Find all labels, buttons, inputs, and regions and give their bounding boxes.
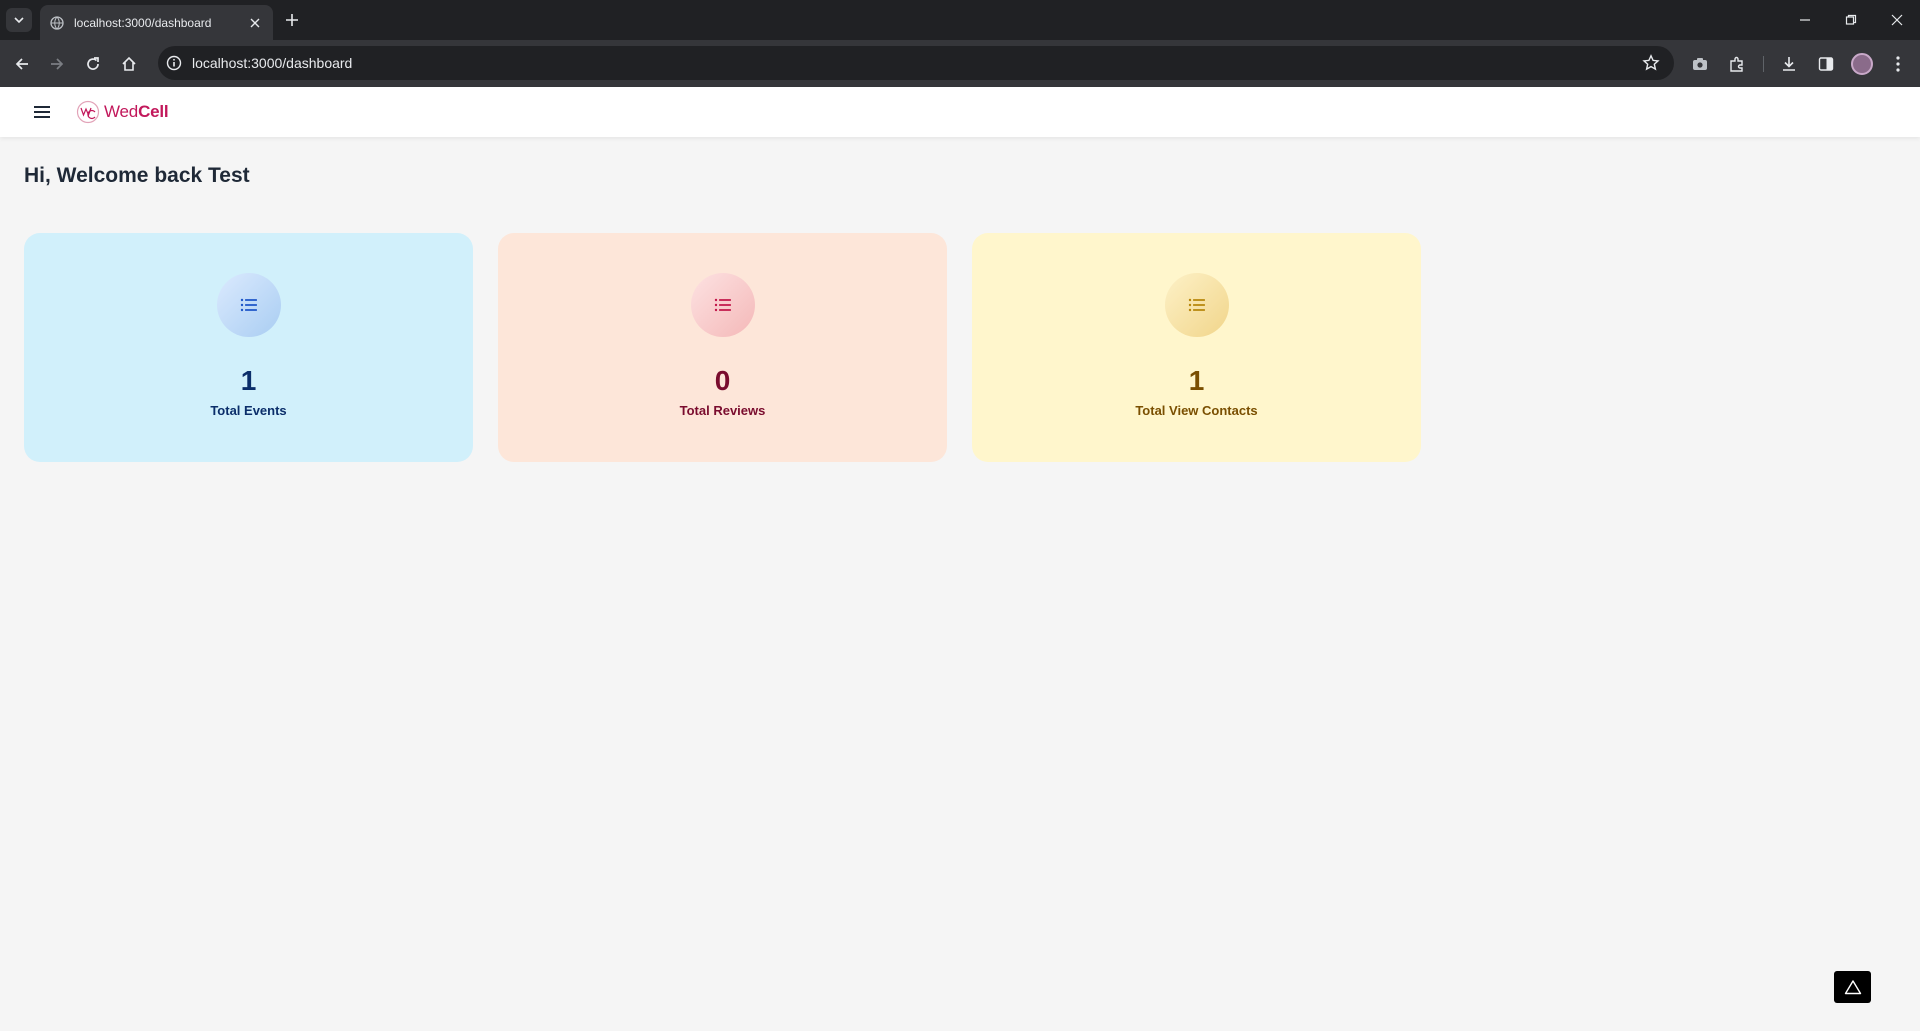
stat-value-total-reviews: 0 [714,365,731,396]
floating-action-button[interactable] [1834,971,1871,1003]
stat-label-total-view-contacts: Total View Contacts [1135,403,1258,418]
browser-toolbar: localhost:3000/dashboard [0,40,1920,87]
globe-icon [50,15,64,30]
stat-card-total-reviews: 0 Total Reviews [498,233,947,462]
toolbar-divider [1763,56,1764,72]
screenshot-button[interactable] [1689,53,1711,75]
kebab-menu-icon [1896,56,1900,72]
address-bar[interactable]: localhost:3000/dashboard [158,46,1674,80]
brand-name: WedCell [104,102,169,122]
chevron-down-icon [14,17,24,24]
restore-icon [1845,14,1857,25]
stat-card-total-view-contacts: 1 Total View Contacts [972,233,1421,462]
new-tab-button[interactable] [282,10,302,30]
stat-label-total-events: Total Events [210,403,287,418]
close-icon[interactable] [247,15,263,31]
brand-suffix: Cell [138,102,169,121]
minimize-icon [1800,19,1810,21]
forward-button[interactable] [44,51,70,77]
side-panel-icon [1818,57,1834,71]
reload-button[interactable] [80,51,106,77]
camera-icon [1693,58,1707,70]
logo-mark-icon [76,100,100,124]
browser-tab-bar: localhost:3000/dashboard [0,0,1920,40]
arrow-left-icon [15,58,28,70]
close-window-button[interactable] [1882,8,1912,32]
brand-prefix: Wed [104,102,139,121]
download-icon [1783,57,1795,71]
tab-search-button[interactable] [6,8,32,32]
list-icon [1188,298,1205,312]
tab-title: localhost:3000/dashboard [74,15,212,30]
stat-value-total-view-contacts: 1 [1188,365,1205,396]
browser-menu-button[interactable] [1887,53,1909,75]
downloads-button[interactable] [1778,53,1800,75]
list-icon [240,298,257,312]
reload-icon [87,57,99,70]
sidebar-toggle-button[interactable] [30,100,54,124]
stat-icon-wrap [216,273,281,337]
stat-icon-wrap [690,273,755,337]
app-header: WedCell [0,87,1920,137]
wedcell-logo[interactable]: WedCell [76,99,169,125]
extensions-button[interactable] [1726,53,1748,75]
browser-tab-dashboard[interactable]: localhost:3000/dashboard [40,5,273,40]
restore-button[interactable] [1836,8,1866,32]
list-icon [714,298,731,312]
stat-card-total-events: 1 Total Events [24,233,473,462]
back-button[interactable] [9,51,35,77]
info-icon[interactable] [166,55,182,71]
side-panel-button[interactable] [1815,53,1837,75]
close-icon [1891,14,1903,26]
plus-icon [286,14,298,26]
stat-value-total-events: 1 [240,365,257,396]
star-icon[interactable] [1642,54,1660,72]
profile-avatar[interactable] [1851,53,1873,75]
minimize-button[interactable] [1790,8,1820,32]
url-text[interactable]: localhost:3000/dashboard [192,55,352,71]
hamburger-icon [34,106,50,118]
stat-label-total-reviews: Total Reviews [679,403,766,418]
home-icon [122,56,136,71]
puzzle-icon [1730,56,1743,72]
arrow-right-icon [51,58,64,70]
triangle-icon [1844,980,1861,995]
home-button[interactable] [116,51,142,77]
page-title: Hi, Welcome back Test [24,164,250,187]
stat-icon-wrap [1164,273,1229,337]
